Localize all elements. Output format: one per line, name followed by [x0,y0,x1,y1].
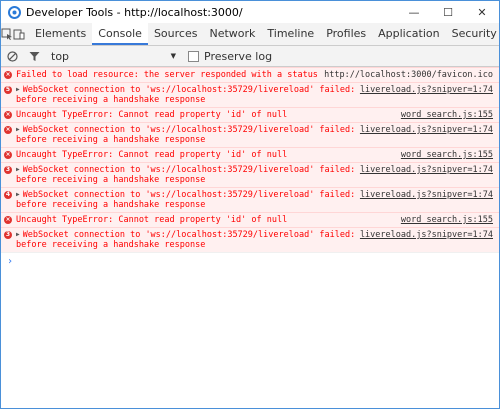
console-error-message[interactable]: 3 ▶ WebSocket connection to 'ws://localhos… [1,227,499,252]
maximize-button[interactable]: ☐ [431,1,465,23]
message-line: WebSocket connection to 'ws://localhost:… [22,230,354,240]
message-line: WebSocket connection to 'ws://localhost:… [22,190,354,200]
message-line: Failed to load resource: the server resp… [16,70,318,80]
expand-triangle-icon[interactable]: ▶ [16,125,20,135]
dropdown-arrow-icon: ▼ [170,52,176,60]
message-line: before receiving a handshake response [16,95,206,105]
message-source-link[interactable]: livereload.js?snipver=1:74 [360,190,493,200]
message-text: Uncaught TypeError: Cannot read property… [16,215,395,225]
message-text: Failed to load resource: the server resp… [16,70,318,80]
message-line: before receiving a handshake response [16,135,206,145]
message-text: WebSocket connection to 'ws://localhost:… [23,125,354,135]
tab-console[interactable]: Console [92,23,148,45]
console-filter-bar: top ▼ Preserve log [1,46,499,67]
error-icon: × [4,216,12,224]
repeat-count-badge: 3 [4,231,12,239]
message-line: before receiving a handshake response [16,175,206,185]
filter-icon[interactable] [23,45,45,67]
repeat-count-badge: 4 [4,191,12,199]
expand-triangle-icon[interactable]: ▶ [16,190,20,200]
console-messages: × Failed to load resource: the server res… [1,67,499,270]
message-text: WebSocket connection to 'ws://localhost:… [23,165,354,175]
console-error-message[interactable]: 5 ▶ WebSocket connection to 'ws://localhos… [1,82,499,107]
repeat-count-badge: 3 [4,166,12,174]
tab-profiles[interactable]: Profiles [320,23,372,45]
message-text: Uncaught TypeError: Cannot read property… [16,150,395,160]
console-error-message[interactable]: × ▶ WebSocket connection to 'ws://localhos… [1,122,499,147]
message-line: Uncaught TypeError: Cannot read property… [16,150,288,160]
message-line: before receiving a handshake response [16,200,206,210]
expand-triangle-icon[interactable]: ▶ [16,165,20,175]
tab-sources[interactable]: Sources [148,23,204,45]
inspect-element-icon[interactable] [1,23,13,45]
console-error-message[interactable]: × Failed to load resource: the server res… [1,67,499,82]
error-icon: × [4,151,12,159]
tab-network[interactable]: Network [203,23,261,45]
message-text: WebSocket connection to 'ws://localhost:… [23,190,354,200]
context-value: top [51,49,70,63]
preserve-log-checkbox[interactable] [188,50,199,62]
error-icon: × [4,126,12,134]
close-button[interactable]: ✕ [465,1,499,23]
context-selector[interactable]: top ▼ [45,50,176,63]
message-line: Uncaught TypeError: Cannot read property… [16,215,288,225]
message-source-link[interactable]: http://localhost:3000/favicon.ico [324,70,493,80]
tab-application[interactable]: Application [372,23,445,45]
message-source-link[interactable]: livereload.js?snipver=1:74 [360,230,493,240]
message-line: WebSocket connection to 'ws://localhost:… [22,125,354,135]
repeat-count-badge: 5 [4,86,12,94]
console-error-message[interactable]: 4 ▶ WebSocket connection to 'ws://localhos… [1,187,499,212]
expand-triangle-icon[interactable]: ▶ [16,230,20,240]
message-text: WebSocket connection to 'ws://localhost:… [23,230,354,240]
message-source-link[interactable]: livereload.js?snipver=1:74 [360,85,493,95]
message-source-link[interactable]: word_search.js:155 [401,215,493,225]
devtools-tab-bar: Elements Console Sources Network Timeline Pro… [1,23,499,46]
clear-console-icon[interactable] [1,45,23,67]
console-error-message[interactable]: × Uncaught TypeError: Cannot read propert… [1,147,499,162]
console-error-message[interactable]: 3 ▶ WebSocket connection to 'ws://localhos… [1,162,499,187]
message-source-link[interactable]: livereload.js?snipver=1:74 [360,125,493,135]
message-line: before receiving a handshake response [16,240,206,250]
message-text: Uncaught TypeError: Cannot read property… [16,110,395,120]
message-source-link[interactable]: word_search.js:155 [401,150,493,160]
message-line: Uncaught TypeError: Cannot read property… [16,110,288,120]
console-error-message[interactable]: × Uncaught TypeError: Cannot read propert… [1,212,499,227]
minimize-button[interactable]: — [397,1,431,23]
expand-triangle-icon[interactable]: ▶ [16,85,20,95]
title-bar: Developer Tools - http://localhost:3000/… [1,1,499,23]
message-text: WebSocket connection to 'ws://localhost:… [23,85,354,95]
error-icon: × [4,111,12,119]
window-title: Developer Tools - http://localhost:3000/ [26,5,243,19]
console-error-message[interactable]: × Uncaught TypeError: Cannot read propert… [1,107,499,122]
error-icon: × [4,71,12,79]
preserve-log-label: Preserve log [204,49,273,63]
message-line: WebSocket connection to 'ws://localhost:… [22,165,354,175]
message-source-link[interactable]: livereload.js?snipver=1:74 [360,165,493,175]
console-prompt[interactable]: › [1,252,499,270]
devtools-window: Developer Tools - http://localhost:3000/… [0,0,500,409]
device-toolbar-icon[interactable] [13,23,25,45]
tab-security[interactable]: Security [446,23,499,45]
message-source-link[interactable]: word_search.js:155 [401,110,493,120]
tab-timeline[interactable]: Timeline [261,23,320,45]
message-line: WebSocket connection to 'ws://localhost:… [22,85,354,95]
chrome-devtools-icon [7,5,21,19]
tab-elements[interactable]: Elements [29,23,92,45]
